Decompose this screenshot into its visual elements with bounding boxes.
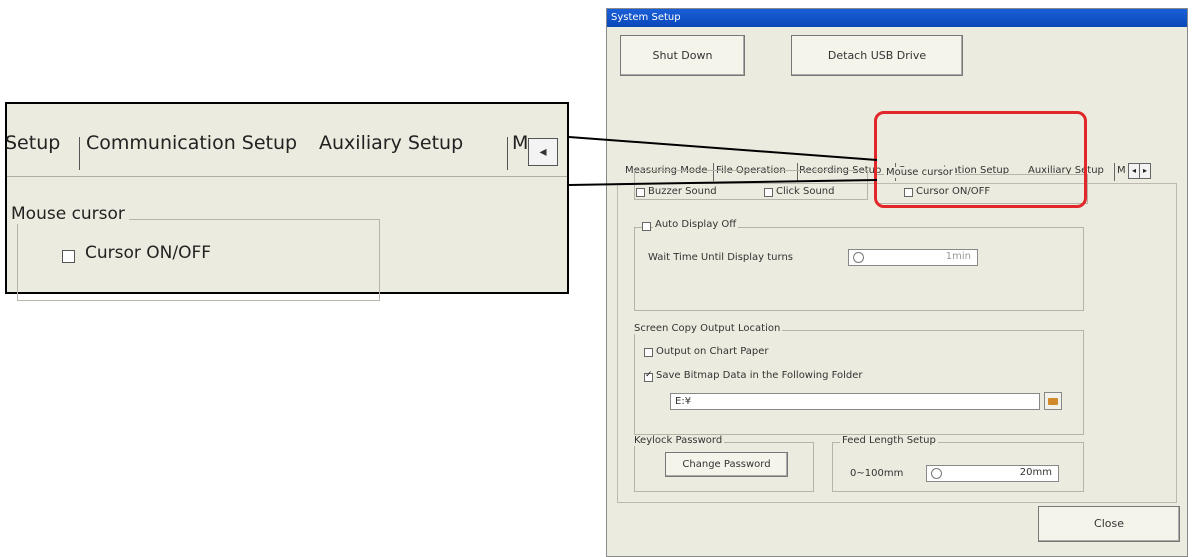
zoom-cursor-label: Cursor ON/OFF bbox=[85, 243, 212, 263]
zoom-tab-communication: Communication Setup bbox=[86, 132, 298, 154]
zoom-cursor-checkbox bbox=[62, 250, 75, 263]
zoom-tab-more: M bbox=[512, 132, 529, 154]
zoom-scroll-left-icon: ◂ bbox=[528, 138, 558, 166]
zoom-tab-setup: Setup bbox=[5, 132, 61, 154]
zoom-mouse-cursor-title: Mouse cursor bbox=[7, 204, 129, 224]
zoom-tab-auxiliary: Auxiliary Setup bbox=[319, 132, 464, 154]
zoom-tab-divider bbox=[507, 137, 508, 170]
zoom-tab-divider bbox=[79, 137, 80, 170]
zoom-callout: Setup Communication Setup Auxiliary Setu… bbox=[5, 102, 569, 301]
zoom-tab-baseline bbox=[7, 176, 567, 177]
zoom-tab-strip: Setup Communication Setup Auxiliary Setu… bbox=[5, 104, 567, 170]
